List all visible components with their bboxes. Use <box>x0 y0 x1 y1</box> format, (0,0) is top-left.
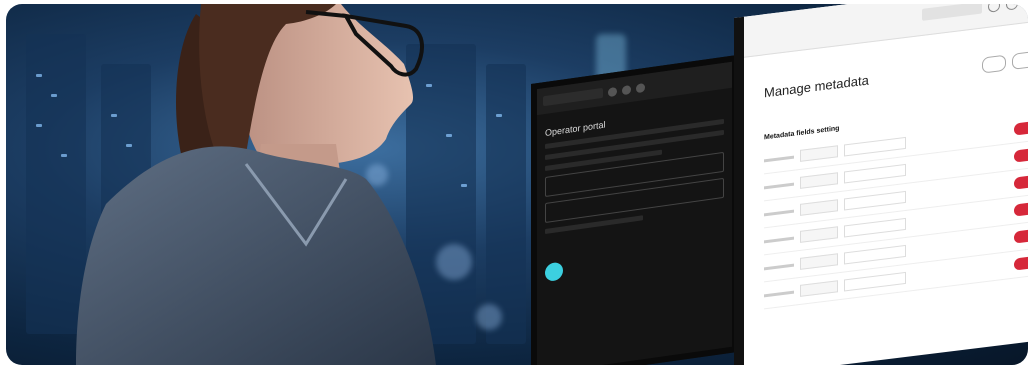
save-button[interactable] <box>1012 50 1028 70</box>
value-input[interactable] <box>844 217 906 238</box>
search-input[interactable] <box>543 87 603 107</box>
light-monitor-header <box>744 4 1028 58</box>
field-input[interactable] <box>800 226 838 243</box>
value-input[interactable] <box>844 136 906 157</box>
action-buttons <box>982 50 1028 74</box>
value-input[interactable] <box>844 163 906 184</box>
photo-frame: Operator portal Manage metadata Metadata… <box>6 4 1028 365</box>
light-monitor: Manage metadata Metadata fields setting <box>734 4 1028 365</box>
help-icon[interactable] <box>1006 4 1018 11</box>
cancel-button[interactable] <box>982 54 1006 74</box>
delete-button[interactable] <box>1014 228 1028 244</box>
delete-button[interactable] <box>1014 174 1028 190</box>
delete-button[interactable] <box>1014 255 1028 271</box>
field-input[interactable] <box>800 199 838 216</box>
delete-button[interactable] <box>1014 147 1028 163</box>
chat-button[interactable] <box>545 261 563 283</box>
user-icon[interactable] <box>636 82 645 93</box>
value-input[interactable] <box>844 271 906 292</box>
user-icon[interactable] <box>1024 4 1028 9</box>
dark-monitor: Operator portal <box>531 54 738 365</box>
field-input[interactable] <box>800 145 838 162</box>
value-input[interactable] <box>844 190 906 211</box>
woman-figure <box>76 4 436 365</box>
field-input[interactable] <box>800 253 838 270</box>
grid-icon[interactable] <box>988 4 1000 13</box>
grid-icon[interactable] <box>608 86 617 97</box>
value-input[interactable] <box>844 244 906 265</box>
field-input[interactable] <box>800 280 838 297</box>
delete-button[interactable] <box>1014 120 1028 136</box>
help-icon[interactable] <box>622 84 631 95</box>
field-input[interactable] <box>800 172 838 189</box>
delete-button[interactable] <box>1014 201 1028 217</box>
search-input[interactable] <box>922 4 982 21</box>
